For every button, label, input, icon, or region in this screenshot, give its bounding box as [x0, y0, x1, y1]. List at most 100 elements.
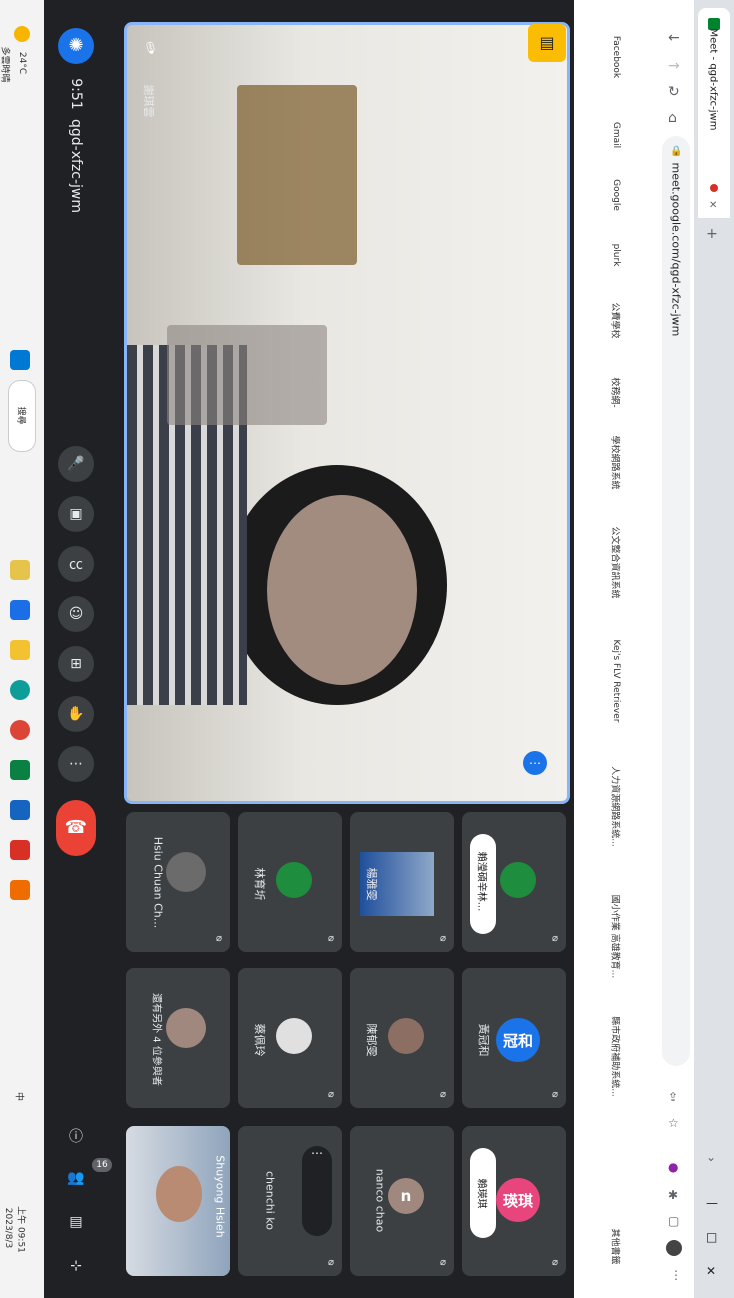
participant-tile[interactable]: 還有另外 4 位參與者 — [126, 968, 230, 1108]
speaker-name: 謝琪雲 — [142, 84, 155, 118]
reload-icon[interactable]: ↻ — [668, 84, 680, 100]
taskbar-search[interactable]: 搜尋 — [8, 380, 36, 452]
address-bar[interactable]: 🔒 meet.google.com/qgd-xfzc-jwm — [662, 136, 690, 1066]
tile-name: 林育圻 — [253, 867, 266, 901]
taskbar-clock[interactable]: 上午 09:51 2023/8/3 — [2, 1185, 42, 1275]
new-tab-icon[interactable]: + — [706, 226, 718, 242]
raise-hand-icon[interactable]: ✋ — [58, 696, 94, 732]
tab-search-icon[interactable]: ⌄ — [706, 1150, 716, 1164]
participant-tile[interactable]: Hsiu Chuan Ch... ⌀ — [126, 812, 230, 952]
sidepanel-icon[interactable]: ▢ — [668, 1214, 679, 1228]
end-call-icon[interactable]: ☎ — [56, 800, 96, 856]
mic-off-icon: ⌀ — [327, 1089, 335, 1100]
present-icon[interactable]: ⊞ — [58, 646, 94, 682]
name-pill: 賴瑛琪 — [470, 1148, 496, 1238]
meeting-code: qgd-xfzc-jwm — [68, 118, 84, 213]
menu-icon[interactable]: ⋮ — [670, 1268, 682, 1282]
people-icon[interactable]: 👥 — [58, 1160, 94, 1196]
chrome-icon[interactable] — [10, 720, 30, 740]
shelf-decoration — [237, 85, 357, 265]
tile-name: 蔡佩玲 — [253, 1023, 266, 1057]
extension-icon[interactable]: ● — [668, 1160, 678, 1174]
profile-avatar[interactable] — [666, 1240, 682, 1256]
bookmark-item[interactable]: 國小作業 高雄教育... — [610, 877, 623, 997]
bookmark-item[interactable]: 學校網路系統 — [610, 421, 623, 505]
activity-badge[interactable]: ✺ — [58, 28, 94, 64]
tile-options[interactable]: ⋯ — [302, 1146, 332, 1236]
tab-active[interactable]: Meet - qgd-xfzc-jwm ✕ — [698, 8, 730, 218]
participant-count: 16 — [92, 1158, 112, 1172]
chat-icon[interactable]: ▤ — [58, 1204, 94, 1240]
bookmark-item[interactable]: 校務網- — [610, 363, 623, 423]
mic-off-icon: ⌀ — [215, 933, 223, 944]
close-tab-icon[interactable]: ✕ — [709, 200, 717, 211]
participant-tile[interactable]: n nanco chao ⌀ — [350, 1126, 454, 1276]
tab-bar: Meet - qgd-xfzc-jwm ✕ + ⌄ — □ ✕ — [694, 0, 734, 1298]
main-speaker-video[interactable]: 🎙 謝琪雲 ⋯ — [124, 22, 570, 804]
taskbar: 24°C 多雲時晴 搜尋 中 上午 09:51 2023/8/3 — [0, 0, 45, 1298]
participant-tile[interactable]: 冠和 黃冠和 ⌀ — [462, 968, 566, 1108]
tile-name: chenchi ko — [263, 1170, 277, 1231]
back-icon[interactable]: ← — [668, 30, 680, 46]
shelf-decoration-2 — [167, 325, 327, 425]
bookmark-star-icon[interactable]: ☆ — [668, 1116, 679, 1130]
app-icon-1[interactable] — [10, 560, 30, 580]
activities-icon[interactable]: ⊹ — [58, 1248, 94, 1284]
mic-muted-icon: 🎙 — [143, 41, 159, 55]
captions-icon[interactable]: ㏄ — [58, 546, 94, 582]
bookmark-item[interactable]: Gmail — [611, 113, 621, 157]
bookmark-item[interactable]: 人力資源網路系統... — [610, 747, 623, 867]
clock-date: 2023/8/3 — [3, 1207, 13, 1249]
url-text: meet.google.com/qgd-xfzc-jwm — [669, 162, 683, 337]
weather-desc: 多雲時晴 — [0, 46, 10, 83]
clock-time: 上午 09:51 — [15, 1206, 26, 1253]
mic-off-icon[interactable]: 🎤 — [58, 446, 94, 482]
avatar — [276, 1018, 312, 1054]
more-participants-avatars — [166, 1008, 206, 1048]
puzzle-icon[interactable]: ✱ — [668, 1188, 678, 1202]
participant-tile[interactable]: 瑛琪 賴瑛琪 ⌀ — [462, 1126, 566, 1276]
camera-off-icon[interactable]: ▣ — [58, 496, 94, 532]
minimize-icon[interactable]: — — [706, 1196, 718, 1210]
app-icon-2[interactable] — [10, 600, 30, 620]
app-icon-5[interactable] — [10, 880, 30, 900]
file-explorer-icon[interactable] — [10, 640, 30, 660]
app-icon-3[interactable] — [10, 760, 30, 780]
participant-tile[interactable]: 楊雅雯 ⌀ — [350, 812, 454, 952]
participant-tile[interactable]: 蔡佩玲 ⌀ — [238, 968, 342, 1108]
info-icon[interactable]: ⓘ — [58, 1118, 94, 1154]
tile-name: Hsiu Chuan Ch... — [151, 836, 165, 929]
tile-name: 賴瀅碩辛林... — [475, 851, 487, 912]
participant-tile[interactable]: 林育圻 ⌀ — [238, 812, 342, 952]
speaker-options-icon[interactable]: ⋯ — [523, 751, 547, 775]
participant-tile[interactable]: 陳郁雯 ⌀ — [350, 968, 454, 1108]
ime-indicator[interactable]: 中 — [14, 1087, 27, 1107]
tab-title: Meet - qgd-xfzc-jwm — [707, 28, 719, 131]
home-icon[interactable]: ⌂ — [668, 110, 677, 126]
participant-tile[interactable]: 賴瀅碩辛林... ⌀ — [462, 812, 566, 952]
forward-icon[interactable]: → — [668, 58, 680, 74]
bookmark-item[interactable]: Google — [611, 169, 621, 221]
maximize-icon[interactable]: □ — [706, 1230, 717, 1244]
mic-off-icon: ⌀ — [439, 933, 447, 944]
yellow-widget-icon[interactable]: ▤ — [528, 24, 566, 62]
pdf-icon[interactable] — [10, 840, 30, 860]
bookmark-item[interactable]: 其他書籤 — [610, 1217, 623, 1277]
app-icon-4[interactable] — [10, 800, 30, 820]
bookmark-item[interactable]: 公費學校 — [610, 291, 623, 351]
weather-widget[interactable]: 24°C 多雲時晴 — [0, 24, 40, 104]
emoji-icon[interactable]: ☺ — [58, 596, 94, 632]
bookmark-item[interactable]: Facebook — [611, 27, 621, 87]
participant-tile[interactable]: chenchi ko ⋯ ⌀ — [238, 1126, 342, 1276]
more-options-icon[interactable]: ⋯ — [58, 746, 94, 782]
bookmark-item[interactable]: Kej's FLV Retriever — [611, 631, 621, 731]
avatar — [276, 862, 312, 898]
participant-tile[interactable]: Shuyong Hsieh — [126, 1126, 230, 1276]
bookmark-item[interactable]: plurk — [611, 233, 621, 277]
windows-start-icon[interactable] — [10, 350, 30, 370]
bookmark-item[interactable]: 縣市政府補助系統... — [610, 997, 623, 1117]
bookmark-item[interactable]: 公文整合資訊系統 — [610, 513, 623, 613]
edge-icon[interactable] — [10, 680, 30, 700]
share-icon[interactable]: ⇪ — [668, 1090, 678, 1104]
close-window-icon[interactable]: ✕ — [706, 1264, 716, 1278]
